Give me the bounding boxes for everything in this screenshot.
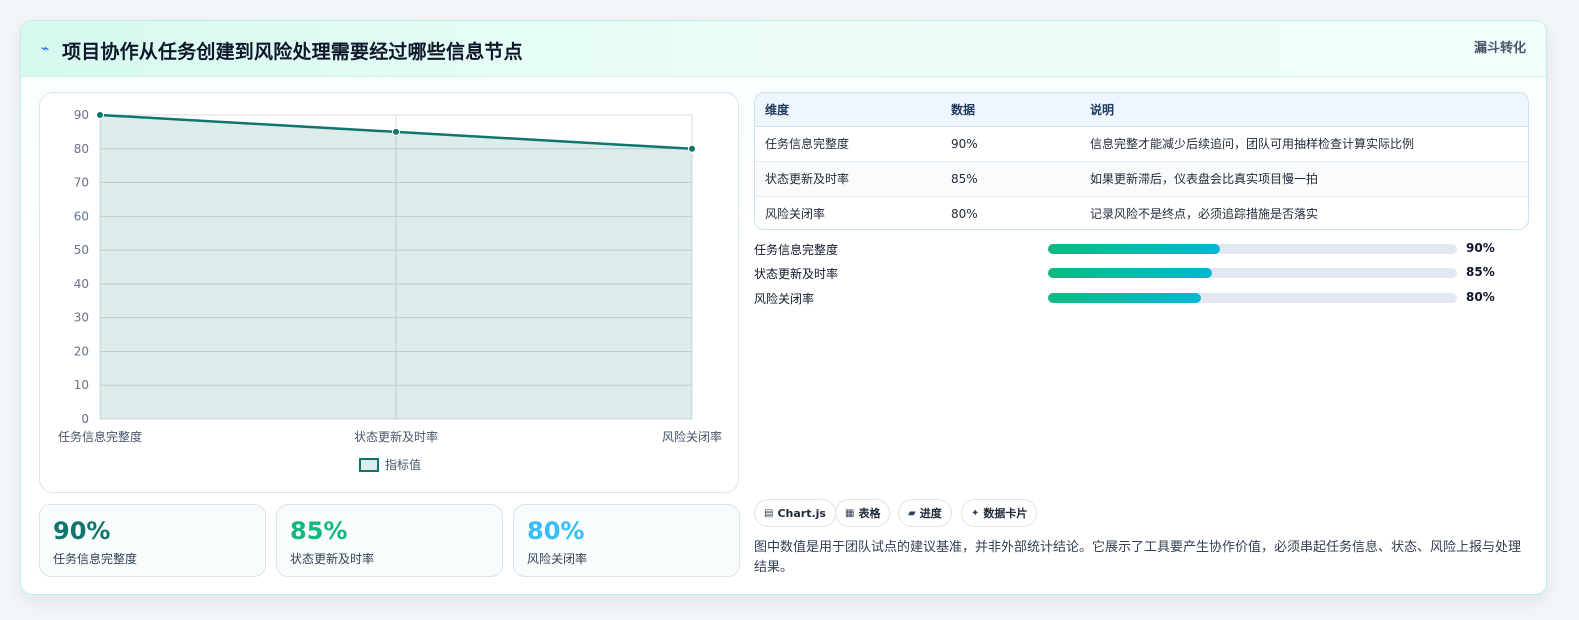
chart-type-badge: 漏斗转化 xyxy=(1473,41,1526,56)
data-point xyxy=(96,111,104,119)
table-row: 状态更新及时率 85% 如果更新滞后，仪表盘会比真实项目慢一拍 xyxy=(755,161,1528,197)
y-tick-label: 0 xyxy=(81,412,89,426)
progress-label: 状态更新及时率 xyxy=(754,267,839,281)
legend-swatch xyxy=(359,458,379,472)
bolt-icon: ⌁ xyxy=(41,41,50,57)
table-cell: 80% xyxy=(951,206,978,221)
page-title: 项目协作从任务创建到风险处理需要经过哪些信息节点 xyxy=(62,41,523,63)
table-header-cell: 说明 xyxy=(1080,93,1528,127)
kpi-value: 80% xyxy=(527,517,585,545)
table-cell: 状态更新及时率 xyxy=(755,161,941,197)
y-tick-label: 20 xyxy=(74,344,89,358)
pill-label: 数据卡片 xyxy=(983,507,1028,520)
pill-label: Chart.js xyxy=(777,506,826,520)
data-table: 维度 数据 说明 任务信息完整度 90% 信息完整才能减少后续追问，团队可用抽样… xyxy=(754,92,1529,230)
table-row: 风险关闭率 80% 记录风险不是终点，必须追踪措施是否落实 xyxy=(755,196,1528,229)
table-header-row: 维度 数据 说明 xyxy=(755,93,1528,127)
kpi-value: 90% xyxy=(53,517,111,545)
progress-label: 风险关闭率 xyxy=(754,292,815,306)
x-tick-label: 状态更新及时率 xyxy=(354,429,438,444)
pill-label: 表格 xyxy=(858,507,881,520)
legend-label: 指标值 xyxy=(385,457,421,472)
progress-fill xyxy=(1048,293,1202,303)
table-cell: 记录风险不是终点，必须追踪措施是否落实 xyxy=(1090,207,1319,222)
table-cell: 任务信息完整度 xyxy=(755,126,941,162)
pill-label: 进度 xyxy=(919,507,942,520)
kpi-card-1: 85% 状态更新及时率 xyxy=(276,504,503,577)
progress-row: 风险关闭率 80% xyxy=(754,288,1514,308)
pill-chartjs[interactable]: ▤ Chart.js xyxy=(754,499,836,527)
kpi-card-2: 80% 风险关闭率 xyxy=(513,504,740,577)
y-tick-label: 30 xyxy=(74,311,89,325)
progress-track xyxy=(1048,244,1457,254)
kpi-value: 85% xyxy=(290,517,348,545)
progress-fill xyxy=(1048,244,1220,254)
progress-track xyxy=(1048,293,1457,303)
footnote: 图中数值是用于团队试点的建议基准，并非外部统计结论。它展示了工具要产生协作价值，… xyxy=(754,540,1522,575)
y-tick-label: 80 xyxy=(74,142,89,156)
table-cell: 风险关闭率 xyxy=(765,207,826,222)
sparkle-icon: ✦ xyxy=(971,507,980,519)
progress-track xyxy=(1048,268,1457,278)
y-tick-label: 60 xyxy=(74,209,89,223)
x-tick-label: 任务信息完整度 xyxy=(58,429,142,444)
line-chart: 0 10 20 30 40 50 60 70 80 90 任务信息完整度 状态更新及时率 风险关闭率指标… xyxy=(58,108,722,472)
kpi-label: 任务信息完整度 xyxy=(53,552,138,566)
y-tick-label: 70 xyxy=(74,176,89,190)
x-tick-label: 风险关闭率 xyxy=(662,429,722,444)
table-cell: 信息完整才能减少后续追问，团队可用抽样检查计算实际比例 xyxy=(1080,126,1528,162)
chart-icon: ▤ xyxy=(764,507,774,519)
table-cell: 85% xyxy=(941,161,1080,197)
progress-label: 任务信息完整度 xyxy=(754,243,839,257)
y-tick-label: 50 xyxy=(74,243,89,257)
table-header-cell: 数据 xyxy=(941,93,1080,127)
data-point xyxy=(688,144,696,153)
series-area xyxy=(100,115,692,419)
progress-row: 状态更新及时率 85% xyxy=(754,263,1514,283)
kpi-label: 状态更新及时率 xyxy=(290,552,375,566)
table-icon: ▦ xyxy=(845,507,855,519)
progress-value: 80% xyxy=(1466,290,1495,304)
table-cell: 90% xyxy=(941,126,1080,162)
y-tick-label: 10 xyxy=(74,378,89,392)
pill-progress[interactable]: ▰ 进度 xyxy=(898,499,952,527)
y-tick-label: 90 xyxy=(74,108,89,122)
pill-table[interactable]: ▦ 表格 xyxy=(835,499,891,527)
table-header-cell: 维度 xyxy=(755,93,941,127)
data-point xyxy=(392,127,400,136)
card-header: ⌁ 项目协作从任务创建到风险处理需要经过哪些信息节点 漏斗转化 xyxy=(21,21,1546,77)
progress-value: 85% xyxy=(1466,265,1495,279)
kpi-label: 风险关闭率 xyxy=(527,552,588,566)
table-row: 任务信息完整度 90% 信息完整才能减少后续追问，团队可用抽样检查计算实际比例 xyxy=(755,126,1528,162)
progress-icon: ▰ xyxy=(908,507,916,519)
table-cell: 如果更新滞后，仪表盘会比真实项目慢一拍 xyxy=(1080,161,1528,197)
progress-row: 任务信息完整度 90% xyxy=(754,239,1514,259)
line-chart-panel: 0 10 20 30 40 50 60 70 80 90 任务信息完整度 状态更新及时率 风险关闭率指标… xyxy=(39,92,739,493)
kpi-card-0: 90% 任务信息完整度 xyxy=(39,504,266,577)
y-tick-label: 40 xyxy=(74,277,89,291)
pill-data-card[interactable]: ✦ 数据卡片 xyxy=(961,499,1038,527)
progress-fill xyxy=(1048,268,1212,278)
progress-value: 90% xyxy=(1466,241,1495,255)
